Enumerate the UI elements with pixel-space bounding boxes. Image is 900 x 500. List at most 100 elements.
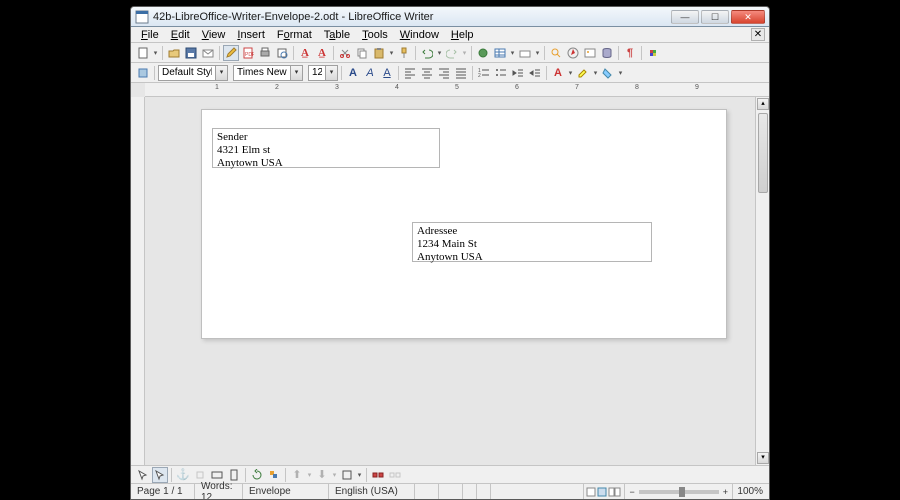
select-tool2-button[interactable]: [152, 467, 168, 483]
font-size-combo[interactable]: ▾: [308, 65, 338, 81]
menu-tools[interactable]: Tools: [356, 29, 394, 41]
status-selection-mode[interactable]: [439, 484, 463, 499]
close-document-button[interactable]: ✕: [751, 28, 765, 41]
nonprinting-chars-button[interactable]: ¶: [622, 45, 638, 61]
hyperlink-button[interactable]: [475, 45, 491, 61]
print-button[interactable]: [257, 45, 273, 61]
redo-button[interactable]: [444, 45, 460, 61]
font-name-dropdown[interactable]: ▾: [290, 66, 302, 80]
status-zoom-slider[interactable]: − +: [625, 484, 733, 499]
status-zoom-value[interactable]: 100%: [733, 484, 769, 499]
align-center-button[interactable]: [419, 65, 435, 81]
status-words[interactable]: Words: 12: [195, 484, 243, 499]
cut-button[interactable]: [337, 45, 353, 61]
menu-help[interactable]: Help: [445, 29, 480, 41]
vertical-scrollbar[interactable]: ▴ ▾: [755, 97, 769, 465]
status-page[interactable]: Page 1 / 1: [131, 484, 195, 499]
close-button[interactable]: ✕: [731, 10, 765, 24]
document-canvas[interactable]: Sender 4321 Elm st Anytown USA Adressee …: [145, 97, 755, 465]
copy-button[interactable]: [354, 45, 370, 61]
italic-button[interactable]: A: [362, 65, 378, 81]
paragraph-style-dropdown[interactable]: ▾: [215, 66, 227, 80]
numbering-button[interactable]: 12: [476, 65, 492, 81]
data-sources-button[interactable]: [599, 45, 615, 61]
scroll-thumb[interactable]: [758, 113, 768, 193]
autospell-button[interactable]: A̲: [314, 45, 330, 61]
scroll-up-button[interactable]: ▴: [757, 98, 769, 110]
status-page-style[interactable]: Envelope: [243, 484, 329, 499]
menu-window[interactable]: Window: [394, 29, 445, 41]
select-tool-button[interactable]: [135, 467, 151, 483]
decrease-indent-button[interactable]: [510, 65, 526, 81]
sender-frame[interactable]: Sender 4321 Elm st Anytown USA: [212, 128, 440, 168]
menu-format[interactable]: Format: [271, 29, 318, 41]
zoom-handle[interactable]: [679, 487, 685, 497]
font-name-combo[interactable]: ▾: [233, 65, 303, 81]
menu-file[interactable]: File: [135, 29, 165, 41]
export-pdf-button[interactable]: PDF: [240, 45, 256, 61]
borders-dropdown[interactable]: ▾: [356, 471, 363, 479]
gallery-button[interactable]: [582, 45, 598, 61]
envelope-page[interactable]: Sender 4321 Elm st Anytown USA Adressee …: [201, 109, 727, 339]
highlight-dropdown[interactable]: ▾: [592, 69, 599, 77]
undo-button[interactable]: [419, 45, 435, 61]
open-button[interactable]: [166, 45, 182, 61]
rotate-button[interactable]: [249, 467, 265, 483]
increase-indent-button[interactable]: [527, 65, 543, 81]
redo-dropdown[interactable]: ▾: [461, 49, 468, 57]
print-preview-button[interactable]: [274, 45, 290, 61]
minimize-button[interactable]: —: [671, 10, 699, 24]
unlink-frames-button[interactable]: [387, 467, 403, 483]
format-paintbrush-button[interactable]: [396, 45, 412, 61]
align-justify-button[interactable]: [453, 65, 469, 81]
paragraph-style-input[interactable]: [159, 66, 215, 80]
highlight-button[interactable]: [575, 65, 591, 81]
new-dropdown[interactable]: ▾: [152, 49, 159, 57]
show-draw-button[interactable]: [517, 45, 533, 61]
bullets-button[interactable]: [493, 65, 509, 81]
align-objects-button[interactable]: [266, 467, 282, 483]
background-color-button[interactable]: [600, 65, 616, 81]
paragraph-style-combo[interactable]: ▾: [158, 65, 228, 81]
to-background-button[interactable]: ⬇: [314, 467, 330, 483]
font-name-input[interactable]: [234, 66, 290, 80]
font-color-button[interactable]: A: [550, 65, 566, 81]
align-left-button[interactable]: [402, 65, 418, 81]
paste-button[interactable]: [371, 45, 387, 61]
addressee-frame[interactable]: Adressee 1234 Main St Anytown USA: [412, 222, 652, 262]
find-button[interactable]: [548, 45, 564, 61]
font-size-input[interactable]: [309, 66, 325, 80]
link-frames-button[interactable]: [370, 467, 386, 483]
paste-dropdown[interactable]: ▾: [388, 49, 395, 57]
maximize-button[interactable]: ☐: [701, 10, 729, 24]
help-button[interactable]: [645, 45, 661, 61]
object-anchor-button[interactable]: ⚓: [175, 467, 191, 483]
borders-button[interactable]: [339, 467, 355, 483]
underline-button[interactable]: A: [379, 65, 395, 81]
align-right-button[interactable]: [436, 65, 452, 81]
bg-dropdown[interactable]: ▾: [331, 471, 338, 479]
save-button[interactable]: [183, 45, 199, 61]
horizontal-ruler[interactable]: 1 2 3 4 5 6 7 8 9: [145, 83, 769, 97]
status-view-layout[interactable]: [584, 484, 625, 499]
status-insert-mode[interactable]: [415, 484, 439, 499]
vertical-ruler[interactable]: [131, 97, 145, 465]
font-color-dropdown[interactable]: ▾: [567, 69, 574, 77]
new-button[interactable]: [135, 45, 151, 61]
status-signature[interactable]: [477, 484, 491, 499]
background-dropdown[interactable]: ▾: [617, 69, 624, 77]
status-modified[interactable]: [463, 484, 477, 499]
table-dropdown[interactable]: ▾: [509, 49, 516, 57]
font-size-dropdown[interactable]: ▾: [325, 66, 337, 80]
wrap-button[interactable]: [192, 467, 208, 483]
spellcheck-button[interactable]: A̲: [297, 45, 313, 61]
menu-view[interactable]: View: [196, 29, 232, 41]
to-foreground-button[interactable]: ⬆: [289, 467, 305, 483]
styles-button[interactable]: [135, 65, 151, 81]
show-draw-dropdown[interactable]: ▾: [534, 49, 541, 57]
scroll-down-button[interactable]: ▾: [757, 452, 769, 464]
undo-dropdown[interactable]: ▾: [436, 49, 443, 57]
fg-dropdown[interactable]: ▾: [306, 471, 313, 479]
table-button[interactable]: [492, 45, 508, 61]
bold-button[interactable]: A: [345, 65, 361, 81]
